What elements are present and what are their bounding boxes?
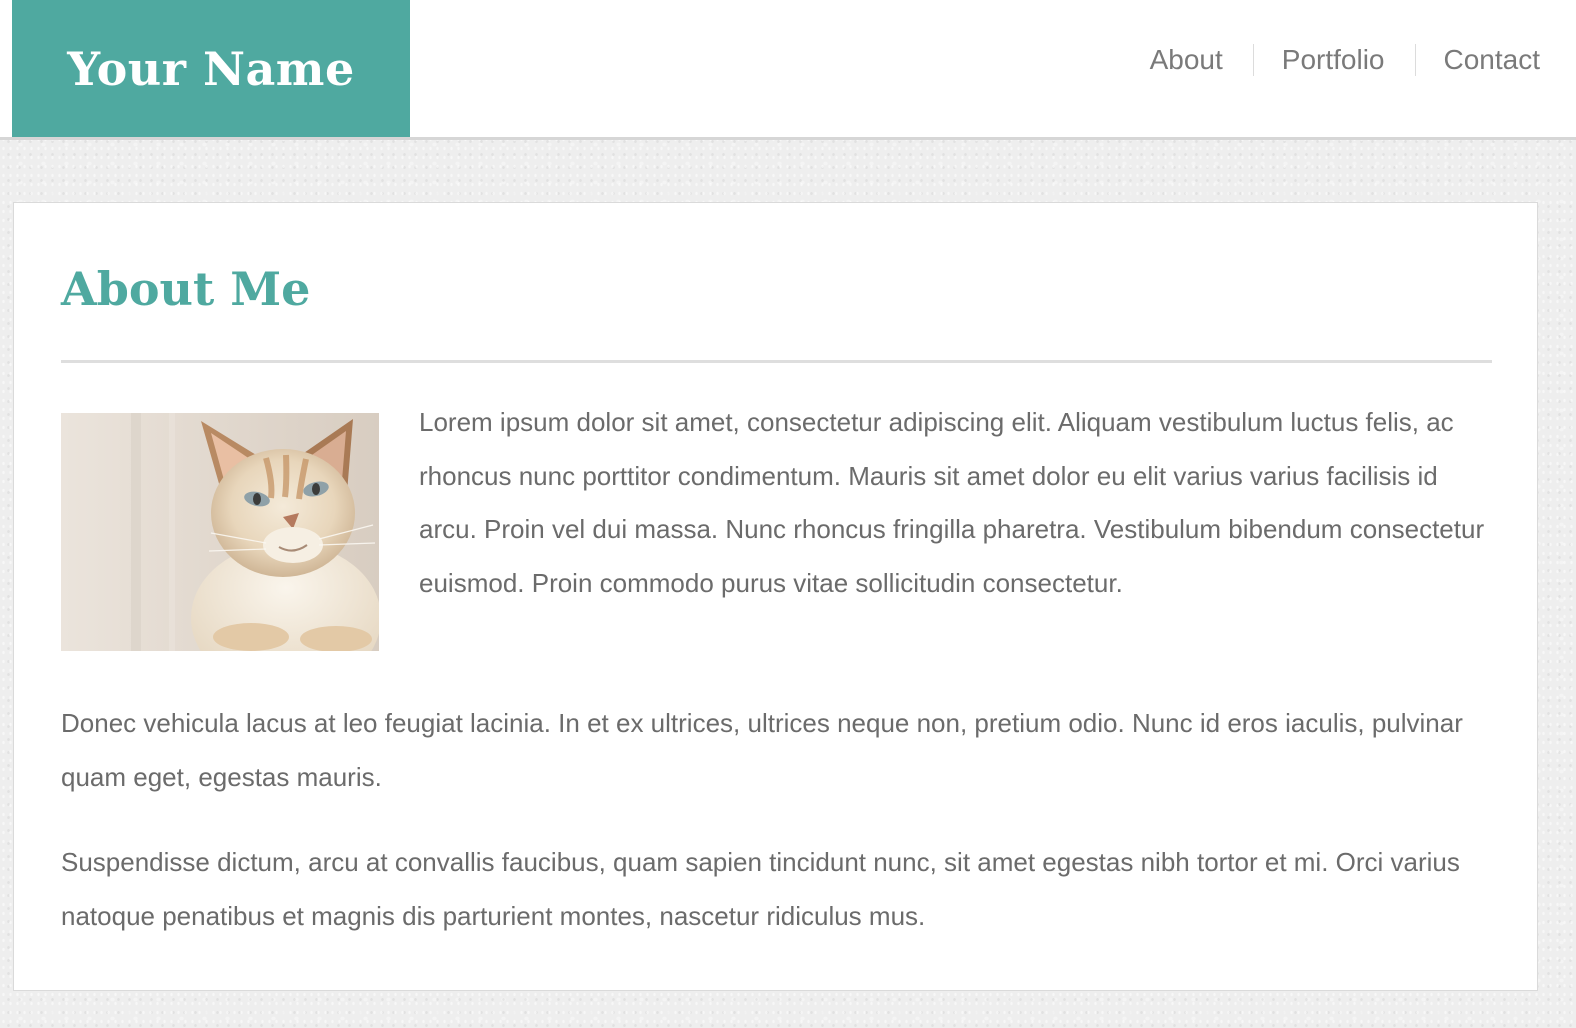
nav-link-contact[interactable]: Contact — [1444, 40, 1541, 80]
nav-link-portfolio[interactable]: Portfolio — [1282, 40, 1385, 80]
title-divider — [61, 360, 1492, 363]
nav-link-about[interactable]: About — [1150, 40, 1223, 80]
site-name: Your Name — [67, 41, 355, 96]
cat-photo — [61, 413, 379, 651]
site-header: Your Name About Portfolio Contact — [0, 0, 1576, 140]
nav-separator — [1414, 44, 1416, 76]
body-paragraph: Donec vehicula lacus at leo feugiat laci… — [61, 708, 1463, 792]
page-title: About Me — [61, 262, 311, 316]
intro-paragraph: Lorem ipsum dolor sit amet, consectetur … — [419, 407, 1485, 598]
content-card: About Me Lorem ipsum dolor sit amet, con… — [13, 202, 1538, 991]
main-nav: About Portfolio Contact — [1150, 40, 1540, 80]
body-paragraph: Suspendisse dictum, arcu at convallis fa… — [61, 847, 1460, 931]
nav-separator — [1252, 44, 1254, 76]
site-logo[interactable]: Your Name — [12, 0, 410, 137]
